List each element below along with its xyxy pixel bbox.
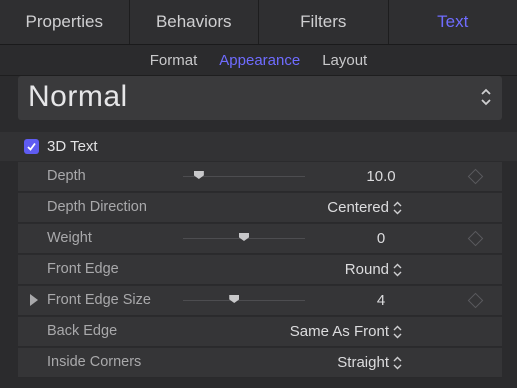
inside-corners-value: Straight bbox=[337, 354, 389, 371]
row-depth: Depth 10.0 bbox=[18, 162, 502, 192]
section-label: 3D Text bbox=[47, 138, 98, 155]
depth-label: Depth bbox=[47, 168, 86, 184]
back-edge-popup[interactable]: Same As Front bbox=[290, 323, 402, 340]
depth-direction-label: Depth Direction bbox=[47, 199, 147, 215]
depth-direction-popup[interactable]: Centered bbox=[327, 199, 402, 216]
inside-corners-popup[interactable]: Straight bbox=[337, 354, 402, 371]
keyframe-diamond-icon[interactable] bbox=[467, 292, 484, 309]
row-depth-direction: Depth Direction Centered bbox=[18, 193, 502, 223]
inside-corners-label: Inside Corners bbox=[47, 354, 142, 370]
sub-tabs: Format Appearance Layout bbox=[0, 45, 517, 76]
chevron-updown-icon bbox=[393, 356, 402, 369]
disclosure-triangle-icon[interactable] bbox=[30, 294, 38, 306]
weight-label: Weight bbox=[47, 230, 92, 246]
chevron-updown-icon bbox=[393, 325, 402, 338]
depth-slider[interactable] bbox=[183, 171, 305, 179]
subtab-layout[interactable]: Layout bbox=[322, 52, 367, 69]
front-edge-size-label: Front Edge Size bbox=[47, 292, 151, 308]
section-3d-text: 3D Text bbox=[0, 132, 517, 161]
weight-slider[interactable] bbox=[183, 233, 305, 241]
row-front-edge: Front Edge Round bbox=[18, 255, 502, 285]
chevron-updown-icon bbox=[393, 201, 402, 214]
depth-value[interactable]: 10.0 bbox=[336, 168, 426, 185]
front-edge-size-slider[interactable] bbox=[183, 295, 305, 303]
tab-filters[interactable]: Filters bbox=[259, 0, 389, 44]
back-edge-label: Back Edge bbox=[47, 323, 118, 339]
keyframe-diamond-icon[interactable] bbox=[467, 168, 484, 185]
subtab-format[interactable]: Format bbox=[150, 52, 198, 69]
front-edge-size-value[interactable]: 4 bbox=[336, 292, 426, 309]
back-edge-value: Same As Front bbox=[289, 323, 389, 340]
row-back-edge: Back Edge Same As Front bbox=[18, 317, 502, 347]
slider-thumb-icon[interactable] bbox=[193, 171, 204, 179]
depth-direction-value: Centered bbox=[327, 199, 389, 216]
keyframe-diamond-icon[interactable] bbox=[467, 230, 484, 247]
preset-popup[interactable]: Normal bbox=[18, 76, 502, 120]
checkbox-checked-icon[interactable] bbox=[24, 139, 39, 154]
tab-text[interactable]: Text bbox=[389, 0, 517, 44]
subtab-appearance[interactable]: Appearance bbox=[219, 52, 300, 69]
row-inside-corners: Inside Corners Straight bbox=[18, 348, 502, 378]
front-edge-label: Front Edge bbox=[47, 261, 119, 277]
front-edge-value: Round bbox=[344, 261, 389, 278]
slider-thumb-icon[interactable] bbox=[229, 295, 240, 303]
inspector-tabs: Properties Behaviors Filters Text bbox=[0, 0, 517, 45]
chevron-updown-icon bbox=[393, 263, 402, 276]
preset-value: Normal bbox=[28, 80, 128, 113]
weight-value[interactable]: 0 bbox=[336, 230, 426, 247]
slider-thumb-icon[interactable] bbox=[239, 233, 249, 241]
tab-properties[interactable]: Properties bbox=[0, 0, 130, 44]
tab-behaviors[interactable]: Behaviors bbox=[130, 0, 259, 44]
row-weight: Weight 0 bbox=[18, 224, 502, 254]
row-front-edge-size: Front Edge Size 4 bbox=[18, 286, 502, 316]
chevron-updown-icon bbox=[481, 88, 491, 106]
front-edge-popup[interactable]: Round bbox=[345, 261, 402, 278]
